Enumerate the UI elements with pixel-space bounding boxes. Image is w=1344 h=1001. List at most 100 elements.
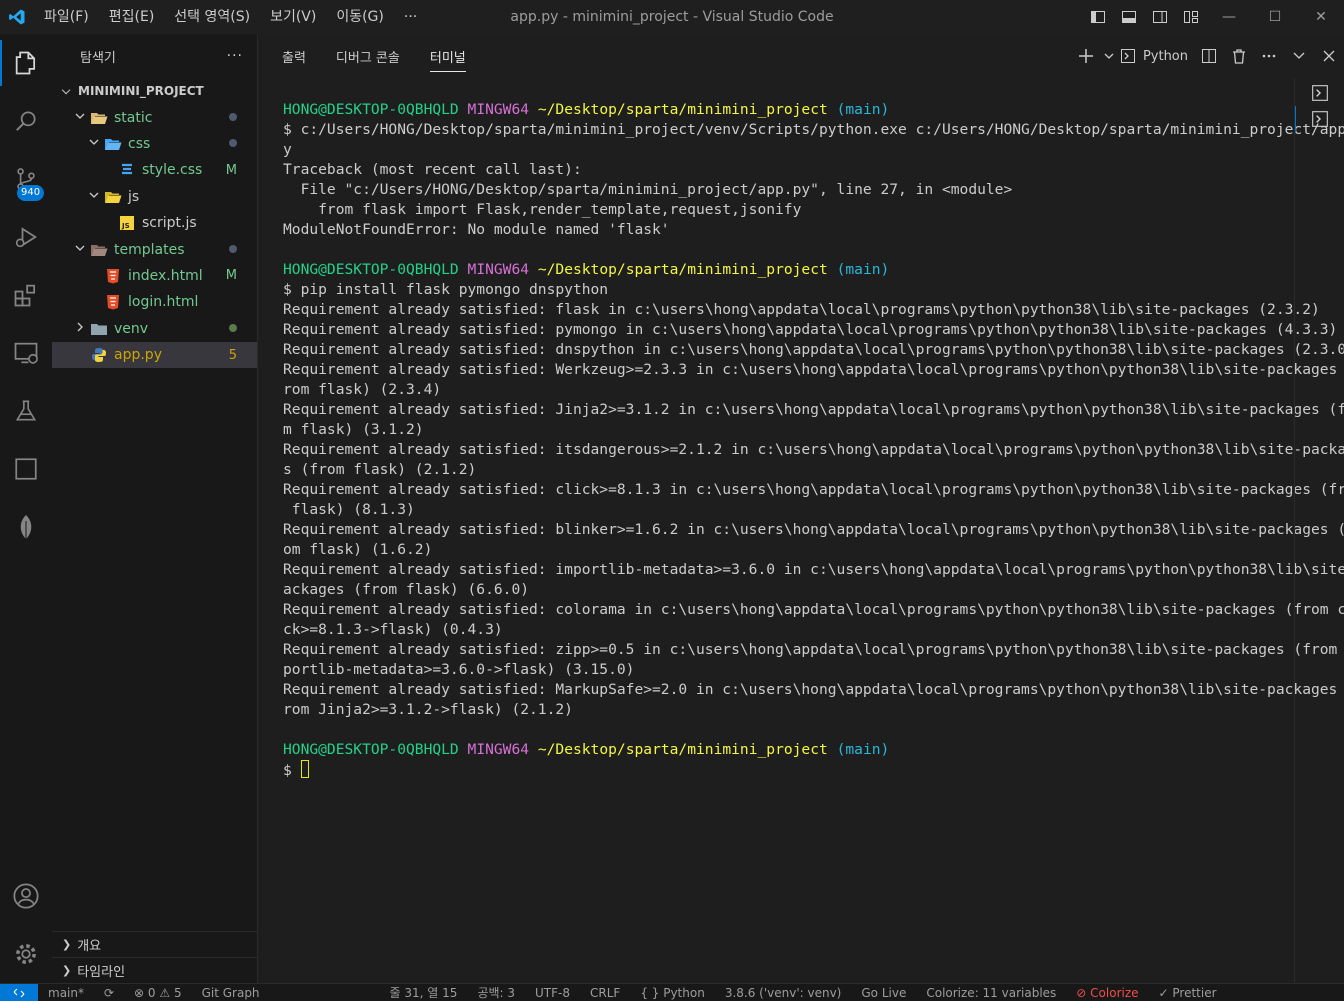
files-icon[interactable] xyxy=(0,34,52,92)
close-button[interactable]: ✕ xyxy=(1298,0,1344,34)
encoding[interactable]: UTF-8 xyxy=(525,986,580,1000)
menu-selection[interactable]: 선택 영역(S) xyxy=(164,0,260,34)
account-icon[interactable] xyxy=(0,867,52,925)
prompt-env: MINGW64 xyxy=(467,261,530,278)
prompt-line: HONG@DESKTOP-0QBHQLD MINGW64 ~/Desktop/s… xyxy=(283,261,889,278)
tree-item-index-html[interactable]: index.html M xyxy=(52,263,257,289)
source-control-icon[interactable]: 940 xyxy=(0,150,52,208)
more-actions-icon[interactable] xyxy=(1254,41,1284,71)
tree-item-script-js[interactable]: JS script.js xyxy=(52,210,257,236)
python-interpreter[interactable]: 3.8.6 ('venv': venv) xyxy=(715,986,852,1000)
menu-more[interactable]: ··· xyxy=(394,0,427,34)
go-live[interactable]: Go Live xyxy=(851,986,916,1000)
square-icon[interactable] xyxy=(0,440,52,498)
current-prompt: $ xyxy=(283,762,301,779)
prompt-env: MINGW64 xyxy=(467,101,530,118)
extensions-icon[interactable] xyxy=(0,266,52,324)
flask-icon[interactable] xyxy=(0,382,52,440)
terminal-output[interactable]: HONG@DESKTOP-0QBHQLD MINGW64 ~/Desktop/s… xyxy=(283,100,1344,781)
eol[interactable]: CRLF xyxy=(580,986,630,1000)
terminal-scrollbar[interactable] xyxy=(1280,78,1294,983)
gear-icon[interactable] xyxy=(0,925,52,983)
problems-status[interactable]: ⊗ 0 ⚠ 5 xyxy=(124,986,192,1000)
terminal-name[interactable]: Python xyxy=(1143,49,1188,64)
tab-debug-console[interactable]: 디버그 콘솔 xyxy=(336,34,400,78)
tree-item-css[interactable]: css xyxy=(52,131,257,157)
tree-item-templates[interactable]: templates xyxy=(52,236,257,262)
colorize-variables[interactable]: Colorize: 11 variables xyxy=(916,986,1066,1000)
chevron-down-icon[interactable] xyxy=(1101,41,1117,71)
chevron-right-icon: ❯ xyxy=(62,964,72,977)
remote-indicator-icon[interactable] xyxy=(0,984,38,1001)
prettier-status[interactable]: ✓ Prettier xyxy=(1149,986,1227,1000)
prompt-path: ~/Desktop/sparta/minimini_project xyxy=(537,101,828,118)
project-folder[interactable]: ⌵ MINIMINI_PROJECT xyxy=(52,78,257,104)
tree-item-label: index.html xyxy=(128,267,203,284)
terminal-list-item-active[interactable] xyxy=(1295,106,1344,132)
search-icon[interactable] xyxy=(0,92,52,150)
run-debug-icon[interactable] xyxy=(0,208,52,266)
menu-file[interactable]: 파일(F) xyxy=(34,0,99,34)
maximize-panel-icon[interactable] xyxy=(1284,41,1314,71)
file-tree: static css style.css M js JS script.js template… xyxy=(52,104,257,369)
tree-item-label: static xyxy=(114,109,153,126)
explorer-more-button[interactable]: ··· xyxy=(227,48,243,64)
status-bar: main* ⟳ ⊗ 0 ⚠ 5 Git Graph 줄 31, 열 15 공백:… xyxy=(0,983,1344,1001)
toggle-secondary-sidebar-icon[interactable] xyxy=(1144,0,1175,34)
tree-item-venv[interactable]: venv xyxy=(52,316,257,342)
colorize-status[interactable]: ⊘ Colorize xyxy=(1066,986,1148,1000)
tree-item-label: script.js xyxy=(142,215,197,232)
chevron-right-icon: ❯ xyxy=(62,938,72,951)
prompt-path: ~/Desktop/sparta/minimini_project xyxy=(537,741,828,758)
terminal-icon xyxy=(1117,41,1139,71)
js-file-icon: JS xyxy=(116,216,138,231)
folder-open-icon xyxy=(88,111,110,125)
menu-edit[interactable]: 편집(E) xyxy=(99,0,165,34)
new-terminal-icon[interactable] xyxy=(1071,41,1101,71)
indentation[interactable]: 공백: 3 xyxy=(467,984,525,1001)
terminal-list-item[interactable] xyxy=(1295,80,1344,106)
maximize-button[interactable]: ☐ xyxy=(1252,0,1298,34)
outline-section[interactable]: ❯ 개요 xyxy=(52,931,258,957)
close-panel-icon[interactable] xyxy=(1314,41,1344,71)
tree-item-login-html[interactable]: login.html xyxy=(52,289,257,315)
menu-bar: 파일(F) 편집(E) 선택 영역(S) 보기(V) 이동(G) ··· xyxy=(34,0,427,34)
prompt-user: HONG@DESKTOP-0QBHQLD xyxy=(283,261,459,278)
split-terminal-icon[interactable] xyxy=(1194,41,1224,71)
modified-dot xyxy=(229,321,237,336)
tab-terminal[interactable]: 터미널 xyxy=(429,34,466,78)
remote-explorer-icon[interactable] xyxy=(0,324,52,382)
explorer-title: 탐색기 xyxy=(80,50,116,66)
svg-text:JS: JS xyxy=(121,222,130,230)
language-mode[interactable]: { } Python xyxy=(630,986,715,1000)
menu-view[interactable]: 보기(V) xyxy=(260,0,326,34)
prompt-line: HONG@DESKTOP-0QBHQLD MINGW64 ~/Desktop/s… xyxy=(283,101,889,118)
tree-item-static[interactable]: static xyxy=(52,104,257,130)
git-graph-status[interactable]: Git Graph xyxy=(192,986,270,1000)
leaf-icon[interactable] xyxy=(0,498,52,556)
tree-item-app-py[interactable]: app.py 5 xyxy=(52,341,257,369)
vscode-logo-icon[interactable] xyxy=(0,0,34,34)
prompt-env: MINGW64 xyxy=(467,741,530,758)
tab-output[interactable]: 출력 xyxy=(282,34,306,78)
cursor-position[interactable]: 줄 31, 열 15 xyxy=(380,984,468,1001)
minimize-button[interactable]: — xyxy=(1206,0,1252,34)
toggle-panel-icon[interactable] xyxy=(1113,0,1144,34)
tree-item-label: style.css xyxy=(142,162,203,179)
tree-item-style-css[interactable]: style.css M xyxy=(52,157,257,183)
tree-item-js[interactable]: js xyxy=(52,184,257,210)
toggle-sidebar-icon[interactable] xyxy=(1082,0,1113,34)
customize-layout-icon[interactable] xyxy=(1175,0,1206,34)
menu-go[interactable]: 이동(G) xyxy=(326,0,394,34)
modified-dot xyxy=(229,242,237,257)
panel: 출력 디버그 콘솔 터미널 Python HONG@DESKTOP-0QBHQL xyxy=(259,34,1344,983)
trash-icon[interactable] xyxy=(1224,41,1254,71)
sync-status[interactable]: ⟳ xyxy=(94,986,124,1000)
project-name: MINIMINI_PROJECT xyxy=(78,84,204,99)
timeline-section[interactable]: ❯ 타임라인 xyxy=(52,957,258,983)
command-line: $ pip install flask pymongo dnspython xyxy=(283,281,609,298)
tree-item-label: js xyxy=(128,188,140,205)
css-folder-icon xyxy=(102,137,124,151)
tree-item-label: venv xyxy=(114,320,149,337)
branch-status[interactable]: main* xyxy=(38,986,94,1000)
